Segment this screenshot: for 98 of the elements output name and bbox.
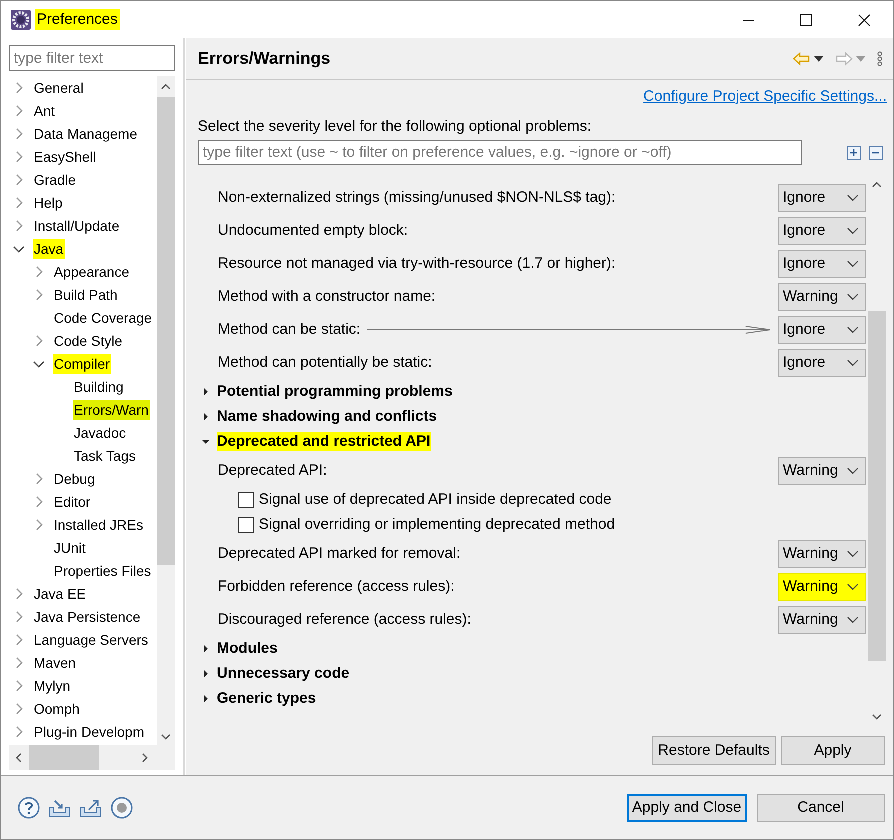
severity-dropdown[interactable]: Warning (778, 282, 866, 310)
severity-dropdown[interactable]: Ignore (778, 250, 866, 278)
setting-label: Method with a constructor name: (218, 288, 436, 305)
tree-item[interactable]: Java (33, 238, 65, 258)
tree-item[interactable]: Help (33, 192, 64, 212)
severity-dropdown[interactable]: Warning (778, 456, 866, 484)
tree-item[interactable]: Building (73, 376, 125, 396)
filter-field[interactable]: type filter text (9, 45, 175, 71)
setting-label: Deprecated API marked for removal: (218, 545, 461, 562)
collapsed-triangle-icon[interactable] (202, 644, 210, 652)
severity-dropdown[interactable]: Warning (778, 540, 866, 568)
tree-item[interactable]: EasyShell (33, 146, 98, 166)
vertical-scrollbar[interactable] (157, 76, 175, 745)
dropdown-caret-icon[interactable] (814, 56, 824, 62)
more-icon[interactable] (877, 50, 883, 66)
setting-label: Discouraged reference (access rules): (218, 611, 472, 628)
severity-dropdown[interactable]: Ignore (778, 184, 866, 212)
section-heading[interactable]: Potential programming problems (217, 382, 453, 401)
horizontal-scrollbar[interactable] (9, 745, 175, 770)
expand-all-icon[interactable] (847, 146, 861, 160)
collapsed-triangle-icon[interactable] (202, 388, 210, 396)
tree-item[interactable]: Debug (53, 468, 96, 488)
tree-item[interactable]: Oomph (33, 698, 81, 718)
collapsed-triangle-icon[interactable] (202, 412, 210, 420)
restore-defaults-button[interactable]: Restore Defaults (652, 736, 776, 765)
tree-item[interactable]: Javadoc (73, 422, 128, 442)
tree-item[interactable]: Compiler (53, 354, 112, 374)
severity-dropdown[interactable]: Ignore (778, 348, 866, 376)
chevron-down-icon (847, 616, 859, 624)
record-icon[interactable] (110, 796, 134, 820)
section-heading[interactable]: Deprecated and restricted API (217, 432, 431, 451)
tree-item[interactable]: General (33, 78, 85, 98)
scrollbar-thumb[interactable] (29, 745, 99, 770)
section-heading[interactable]: Generic types (217, 689, 316, 708)
tree-item[interactable]: Language Servers (33, 630, 150, 650)
tree-item[interactable]: Appearance (53, 262, 131, 282)
tree-item[interactable]: Properties Files (53, 560, 152, 580)
checkbox-label[interactable]: Signal use of deprecated API inside deprecated code (259, 491, 612, 508)
setting-label: Undocumented empty block: (218, 222, 408, 239)
setting-label: Method can be static: (218, 321, 361, 338)
setting-label: Forbidden reference (access rules): (218, 578, 455, 595)
tree-item[interactable]: Errors/Warn (73, 400, 150, 420)
scrollbar-thumb[interactable] (868, 311, 886, 661)
setting-label: Deprecated API: (218, 462, 328, 479)
setting-label: Resource not managed via try-with-resource (1.7 or higher): (218, 255, 616, 272)
section-heading[interactable]: Name shadowing and conflicts (217, 407, 438, 426)
severity-dropdown[interactable]: Warning (778, 606, 866, 634)
expanded-triangle-icon[interactable] (202, 438, 210, 446)
tree-item[interactable]: Plug-in Developm (33, 722, 146, 742)
app-logo-icon (11, 10, 31, 30)
tree-item[interactable]: Editor (53, 492, 92, 512)
tree-item[interactable]: Java EE (33, 584, 88, 604)
checkbox[interactable] (238, 492, 254, 508)
checkbox[interactable] (238, 516, 254, 532)
cancel-button[interactable]: Cancel (757, 794, 885, 822)
severity-dropdown[interactable]: Warning (778, 572, 866, 600)
forward-arrow-icon[interactable] (835, 52, 853, 66)
chevron-down-icon (847, 194, 859, 202)
severity-dropdown[interactable]: Ignore (778, 216, 866, 244)
window-title: Preferences (35, 9, 120, 30)
apply-and-close-button[interactable]: Apply and Close (627, 794, 747, 822)
tree-item[interactable]: Data Manageme (33, 124, 139, 144)
tree-item[interactable]: Mylyn (33, 676, 72, 696)
tree-item[interactable]: Gradle (33, 170, 78, 190)
tree-item[interactable]: JUnit (53, 538, 87, 558)
collapsed-triangle-icon[interactable] (202, 670, 210, 678)
scrollbar-thumb[interactable] (157, 97, 175, 565)
help-icon[interactable] (17, 796, 41, 820)
page-title: Errors/Warnings (198, 48, 331, 68)
setting-label: Method can potentially be static: (218, 354, 432, 371)
chevron-down-icon (847, 226, 859, 234)
filter-field[interactable]: type filter text (use ~ to filter on preference values, e.g. ~ignore or ~off) (198, 140, 802, 165)
apply-button[interactable]: Apply (781, 736, 885, 765)
chevron-down-icon (847, 292, 859, 300)
description-text: Select the severity level for the following optional problems: (198, 118, 593, 137)
chevron-down-icon (847, 260, 859, 268)
collapsed-triangle-icon[interactable] (202, 694, 210, 702)
tree-item[interactable]: Code Style (53, 330, 124, 350)
chevron-down-icon (847, 466, 859, 474)
tree-item[interactable]: Maven (33, 652, 78, 672)
tree-item[interactable]: Installed JREs (53, 514, 144, 534)
tree-item[interactable]: Install/Update (33, 216, 121, 236)
setting-label: Non-externalized strings (missing/unused $NON-NLS$ tag): (218, 189, 616, 206)
configure-link[interactable]: Configure Project Specific Settings... (644, 88, 887, 112)
chevron-down-icon (847, 326, 859, 334)
tree-item[interactable]: Build Path (53, 284, 119, 304)
tree-item[interactable]: Task Tags (73, 446, 137, 466)
severity-dropdown[interactable]: Ignore (778, 316, 866, 344)
collapse-all-icon[interactable] (869, 146, 883, 160)
section-heading[interactable]: Unnecessary code (217, 664, 350, 683)
tree-item[interactable]: Code Coverage (53, 308, 154, 328)
chevron-down-icon (847, 550, 859, 558)
checkbox-label[interactable]: Signal overriding or implementing deprecated method (259, 516, 616, 533)
tree-item[interactable]: Ant (33, 100, 56, 120)
section-heading[interactable]: Modules (217, 639, 278, 658)
chevron-down-icon (847, 582, 859, 590)
tree-item[interactable]: Java Persistence (33, 606, 142, 626)
chevron-down-icon (847, 358, 859, 366)
